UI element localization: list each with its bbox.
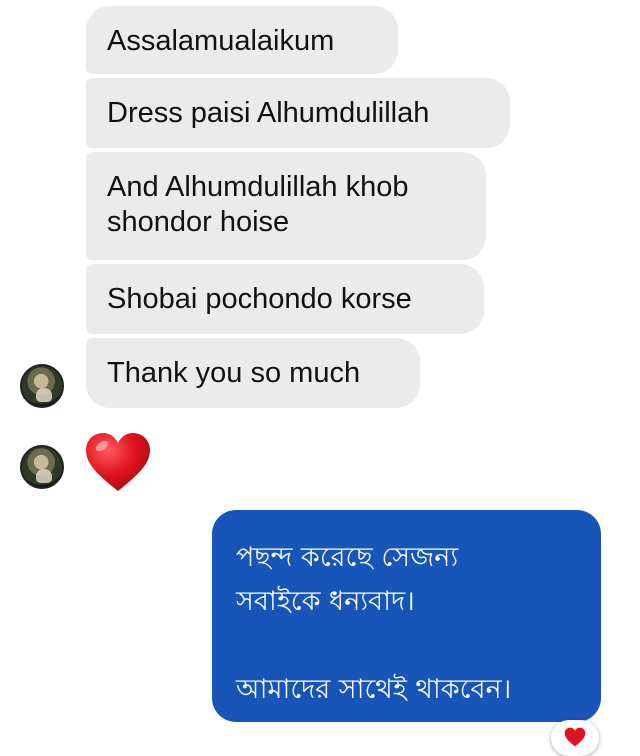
heart-emoji-message[interactable]	[84, 431, 152, 493]
outgoing-message-line	[236, 624, 577, 668]
incoming-message[interactable]: And Alhumdulillah khob shondor hoise	[86, 152, 486, 260]
incoming-message[interactable]: Assalamualaikum	[86, 6, 398, 74]
incoming-message[interactable]: Shobai pochondo korse	[86, 264, 484, 334]
message-reaction[interactable]	[551, 720, 599, 756]
heart-icon	[564, 727, 586, 747]
heart-icon	[86, 433, 150, 491]
outgoing-message-line: পছন্দ করেছে সেজন্য	[236, 542, 459, 573]
outgoing-message-line: সবাইকে ধন্যবাদ।	[236, 586, 415, 617]
outgoing-message[interactable]: পছন্দ করেছে সেজন্য সবাইকে ধন্যবাদ। আমাদে…	[212, 510, 601, 722]
incoming-message[interactable]: Thank you so much	[86, 338, 420, 408]
outgoing-message-line: আমাদের সাথেই থাকবেন।	[236, 674, 512, 705]
sender-avatar[interactable]	[20, 364, 64, 408]
sender-avatar[interactable]	[20, 445, 64, 489]
incoming-message[interactable]: Dress paisi Alhumdulillah	[86, 78, 510, 148]
